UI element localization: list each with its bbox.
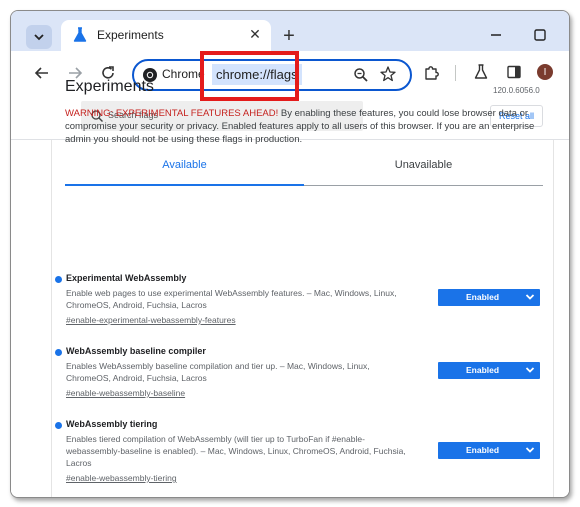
flag-description: Enable web pages to use experimental Web… — [66, 288, 397, 310]
flag-state-value: Enabled — [466, 292, 500, 302]
flask-icon — [73, 27, 87, 42]
flag-state-value: Enabled — [466, 365, 500, 375]
maximize-button[interactable] — [530, 25, 550, 45]
flags-tabs: Available Unavailable — [65, 159, 543, 189]
flag-item: WebAssembly tiering Enables tiered compi… — [55, 419, 545, 489]
flag-link[interactable]: #enable-webassembly-tiering — [66, 473, 177, 483]
flag-description: Enables WebAssembly baseline compilation… — [66, 361, 370, 383]
flag-indicator-dot — [55, 349, 62, 356]
toolbar-divider — [455, 65, 456, 81]
new-tab-button[interactable]: + — [279, 26, 299, 46]
flag-name: WebAssembly baseline compiler — [66, 346, 206, 356]
flag-name: WebAssembly tiering — [66, 419, 158, 429]
page-title: Experiments — [65, 78, 154, 95]
plus-icon: + — [283, 25, 295, 47]
site-chip-label: Chrome — [162, 67, 205, 81]
minimize-button[interactable] — [486, 25, 506, 45]
tab-strip: Experiments ✕ + — [11, 11, 569, 51]
tab-unavailable[interactable]: Unavailable — [304, 159, 543, 171]
chevron-down-icon — [525, 367, 535, 373]
tab-experiments[interactable]: Experiments ✕ — [61, 20, 271, 51]
chevron-down-icon — [525, 294, 535, 300]
tab-title: Experiments — [97, 28, 164, 42]
flag-name: Experimental WebAssembly — [66, 273, 187, 283]
avatar[interactable]: I — [537, 64, 553, 80]
url-highlight-box — [200, 51, 299, 101]
tab-search-button[interactable] — [26, 25, 52, 49]
flag-description: Enables tiered compilation of WebAssembl… — [66, 434, 406, 468]
flag-indicator-dot — [55, 422, 62, 429]
warning-heading: WARNING: EXPERIMENTAL FEATURES AHEAD! — [65, 108, 279, 119]
version-label: 120.0.6056.0 — [493, 86, 540, 95]
avatar-initial: I — [543, 66, 547, 78]
flag-item: Experimental WebAssembly Enable web page… — [55, 273, 545, 333]
flag-link[interactable]: #enable-experimental-webassembly-feature… — [66, 315, 236, 325]
flag-item: WebAssembly baseline compiler Enables We… — [55, 346, 545, 406]
flask-icon[interactable] — [472, 63, 490, 81]
tab-underline — [304, 185, 543, 186]
chevron-down-icon — [34, 34, 44, 41]
puzzle-icon[interactable] — [423, 63, 441, 81]
flag-state-value: Enabled — [466, 445, 500, 455]
tab-available[interactable]: Available — [65, 159, 304, 171]
close-icon: ✕ — [249, 25, 261, 42]
flag-state-select[interactable]: Enabled — [438, 289, 540, 306]
flag-link[interactable]: #enable-webassembly-baseline — [66, 388, 185, 398]
star-icon[interactable] — [379, 65, 397, 83]
tab-close-button[interactable]: ✕ — [246, 25, 264, 43]
side-panel-icon[interactable] — [505, 63, 523, 81]
tab-active-indicator — [65, 184, 304, 186]
flag-state-select[interactable]: Enabled — [438, 362, 540, 379]
zoom-icon[interactable] — [352, 66, 370, 84]
flag-indicator-dot — [55, 276, 62, 283]
warning-text: WARNING: EXPERIMENTAL FEATURES AHEAD! By… — [65, 107, 545, 146]
browser-window: Experiments ✕ + Chrome chrome://flags I … — [10, 10, 570, 498]
flag-state-select[interactable]: Enabled — [438, 442, 540, 459]
back-arrow-icon[interactable] — [33, 64, 51, 82]
chevron-down-icon — [525, 447, 535, 453]
